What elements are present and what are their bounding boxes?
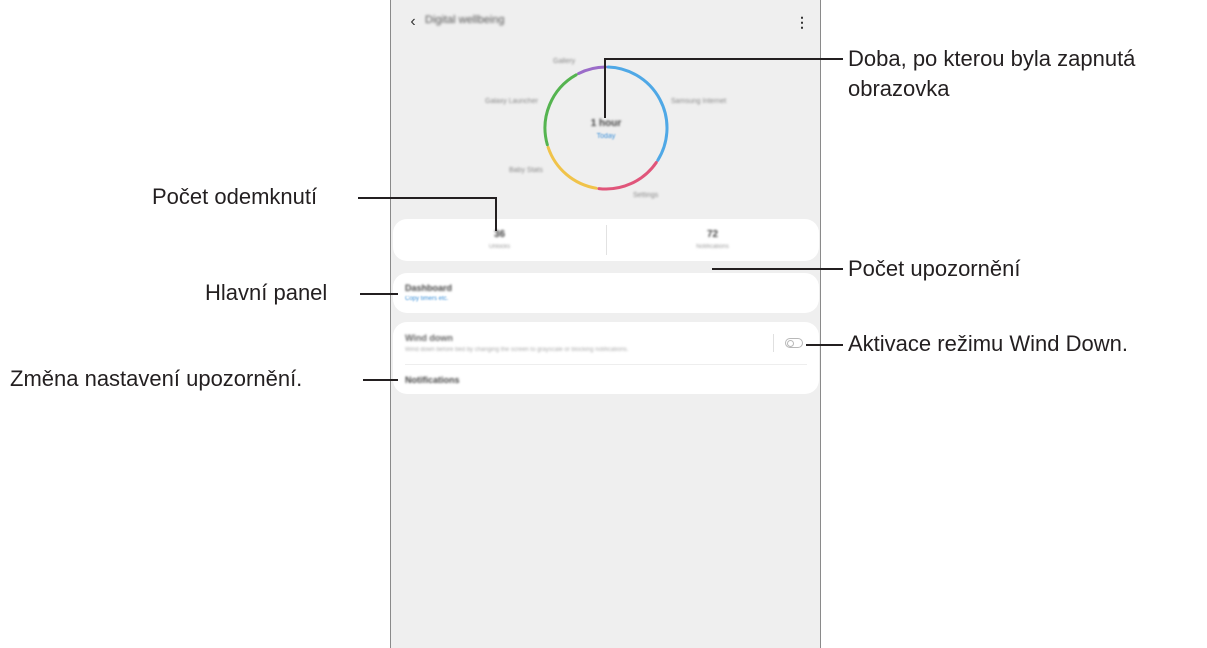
callout-notifications-count: Počet upozornění: [848, 256, 1021, 281]
leader-unlocks-v: [495, 197, 497, 231]
unlocks-label: Unlocks: [488, 244, 511, 250]
dashboard-subtitle: Copy timers etc.: [405, 296, 449, 302]
dashboard-title: Dashboard: [405, 283, 453, 293]
toggle-knob: [787, 340, 794, 347]
notifications-stat-label: Notifications: [696, 244, 729, 250]
more-vertical-icon: ⋮: [795, 14, 809, 30]
donut-slice-galaxy-launcher[interactable]: [543, 73, 578, 147]
callout-dashboard: Hlavní panel: [205, 280, 328, 305]
callout-notification-settings: Změna nastavení upozornění.: [10, 366, 303, 391]
chart-label-settings: Settings: [633, 192, 659, 199]
leader-screen-time-v: [604, 58, 606, 118]
chart-label-baby-stats: Baby Stats: [509, 167, 543, 174]
more-options-button[interactable]: ⋮: [794, 12, 810, 32]
chart-label-samsung-internet: Samsung Internet: [671, 98, 727, 105]
wind-down-description: Wind down before bed by changing the scr…: [405, 347, 629, 353]
chart-label-galaxy-launcher: Galaxy Launcher: [485, 98, 538, 105]
leader-dashboard: [360, 293, 398, 295]
callout-unlocks: Počet odemknutí: [152, 184, 318, 209]
chevron-left-icon: ‹: [410, 13, 416, 30]
screen-time-period[interactable]: Today: [576, 133, 636, 140]
row-divider: [405, 364, 807, 365]
leader-notification-settings: [363, 379, 398, 381]
settings-card: Wind down Wind down before bed by changi…: [393, 322, 819, 394]
wind-down-toggle[interactable]: [785, 338, 803, 348]
dashboard-item[interactable]: Dashboard Copy timers etc.: [393, 273, 819, 313]
unlocks-value: 36: [493, 229, 506, 240]
callout-screen-time: Doba, po kterou byla zapnutá obrazovka: [848, 44, 1135, 104]
leader-notifications-count: [712, 268, 843, 270]
leader-unlocks-h: [358, 197, 497, 199]
screen-time-value: 1 hour: [590, 118, 622, 129]
wind-down-title: Wind down: [405, 333, 453, 343]
unlocks-stat[interactable]: 36 Unlocks: [393, 219, 606, 261]
app-bar: ‹ Digital wellbeing ⋮: [391, 0, 820, 44]
callout-screen-time-line2: obrazovka: [848, 76, 950, 101]
notifications-value: 72: [706, 229, 719, 240]
notifications-stat[interactable]: 72 Notifications: [606, 219, 819, 261]
donut-slice-gallery[interactable]: [577, 65, 608, 76]
leader-screen-time-h: [605, 58, 843, 60]
callout-wind-down: Aktivace režimu Wind Down.: [848, 331, 1128, 356]
donut-slice-settings[interactable]: [597, 161, 658, 191]
callout-screen-time-line1: Doba, po kterou byla zapnutá: [848, 46, 1136, 71]
leader-wind-down: [806, 344, 843, 346]
screen-time-chart[interactable]: Gallery Samsung Internet Settings Baby S…: [481, 40, 731, 210]
toggle-separator: [773, 334, 774, 352]
donut-slice-samsung-internet[interactable]: [606, 65, 669, 162]
app-title: Digital wellbeing: [425, 14, 505, 26]
donut-slice-baby-stats[interactable]: [546, 145, 598, 190]
chart-label-gallery: Gallery: [553, 58, 576, 65]
back-button[interactable]: ‹: [403, 12, 423, 32]
stats-card: 36 Unlocks 72 Notifications: [393, 219, 819, 261]
notifications-item[interactable]: Notifications: [405, 375, 460, 385]
